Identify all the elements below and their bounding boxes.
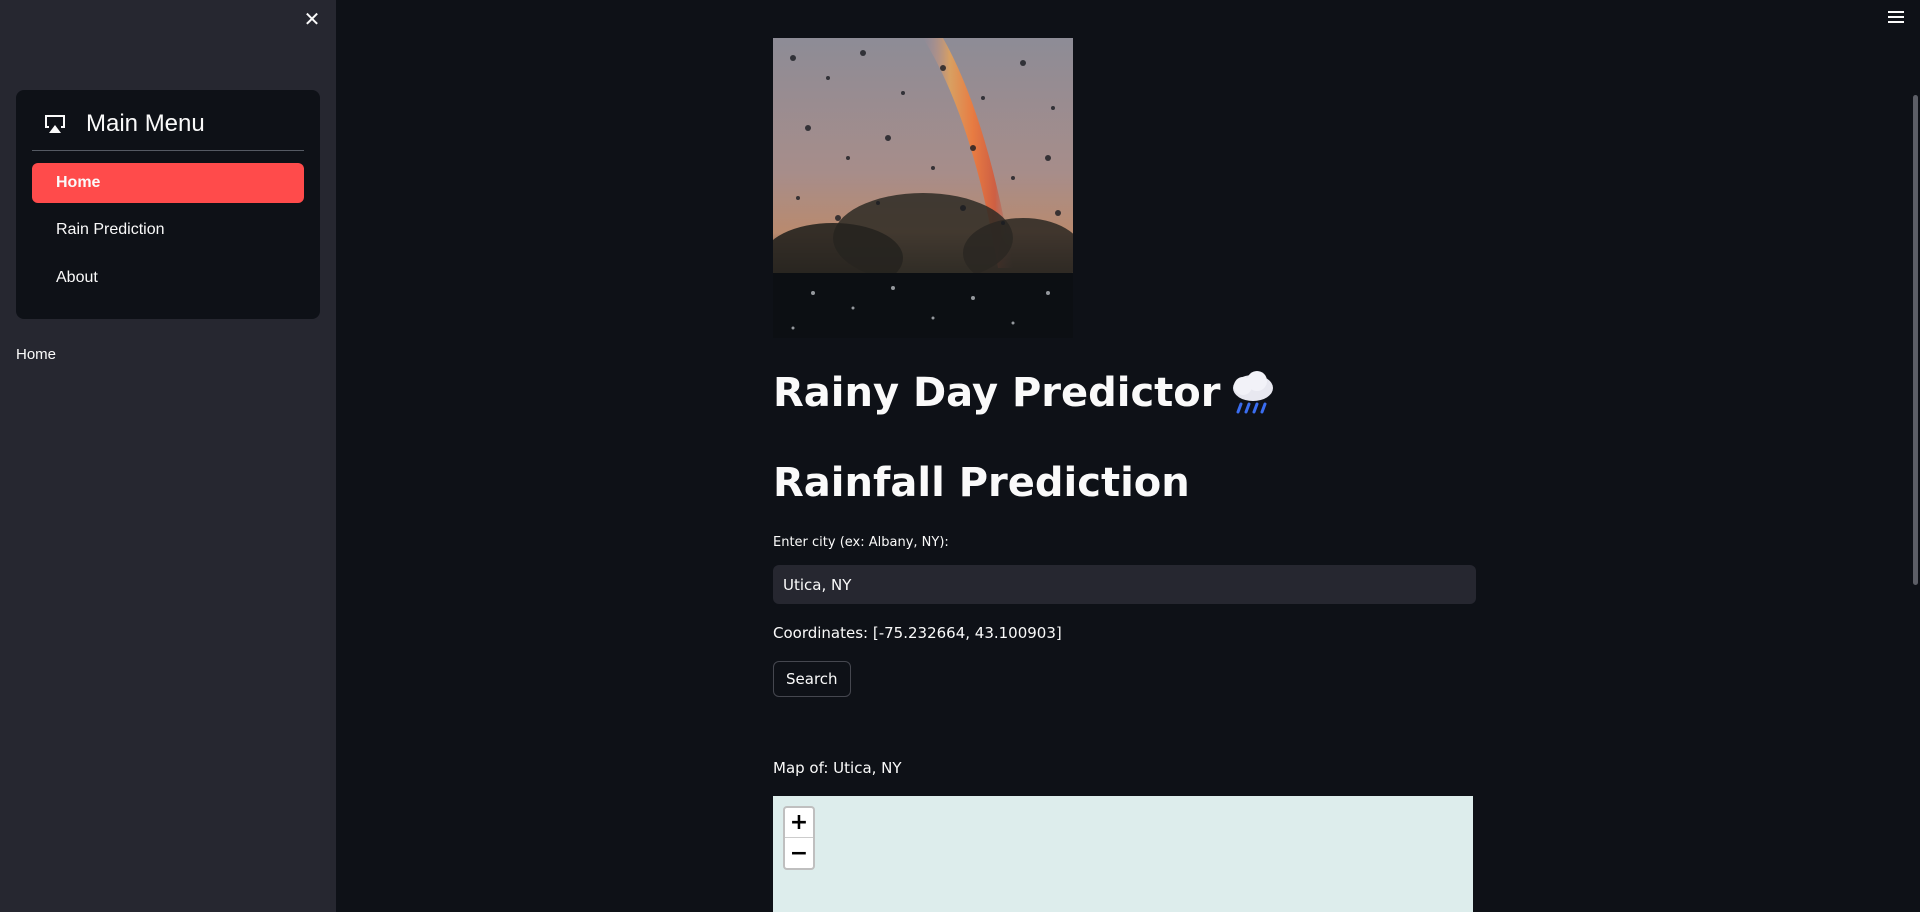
menu-item-rain-prediction[interactable]: Rain Prediction [32, 210, 304, 250]
map-label: Map of: Utica, NY [773, 759, 902, 777]
page-title-text: Rainy Day Predictor [773, 370, 1221, 416]
coordinates-text: Coordinates: [-75.232664, 43.100903] [773, 624, 1062, 642]
airplay-icon [45, 115, 65, 133]
zoom-in-button[interactable]: + [785, 808, 813, 838]
menu-item-home[interactable]: Home [32, 163, 304, 203]
hamburger-icon[interactable] [1886, 8, 1908, 26]
city-input-label: Enter city (ex: Albany, NY): [773, 535, 949, 550]
menu-title: Main Menu [86, 110, 205, 137]
zoom-control: + − [783, 806, 815, 870]
page-title: Rainy Day Predictor [773, 370, 1277, 416]
rainbow-raindrops-image [773, 38, 1073, 338]
cloud-with-rain-icon [1232, 371, 1273, 414]
sidebar: ✕ Main Menu Home Rain Prediction About H… [0, 0, 336, 912]
map[interactable]: + − [773, 796, 1473, 912]
menu-header: Main Menu [42, 108, 205, 140]
search-button[interactable]: Search [773, 661, 851, 697]
menu-divider [32, 150, 304, 151]
main-menu: Main Menu Home Rain Prediction About [16, 90, 320, 319]
city-input[interactable] [773, 565, 1476, 604]
selected-page-text: Home [16, 346, 57, 363]
section-heading: Rainfall Prediction [773, 460, 1190, 506]
main-content: Rainy Day Predictor Rainfall Prediction … [773, 0, 1478, 912]
scrollbar[interactable] [1913, 95, 1918, 585]
zoom-out-button[interactable]: − [785, 838, 813, 868]
menu-item-about[interactable]: About [32, 258, 304, 298]
close-icon[interactable]: ✕ [301, 8, 323, 30]
